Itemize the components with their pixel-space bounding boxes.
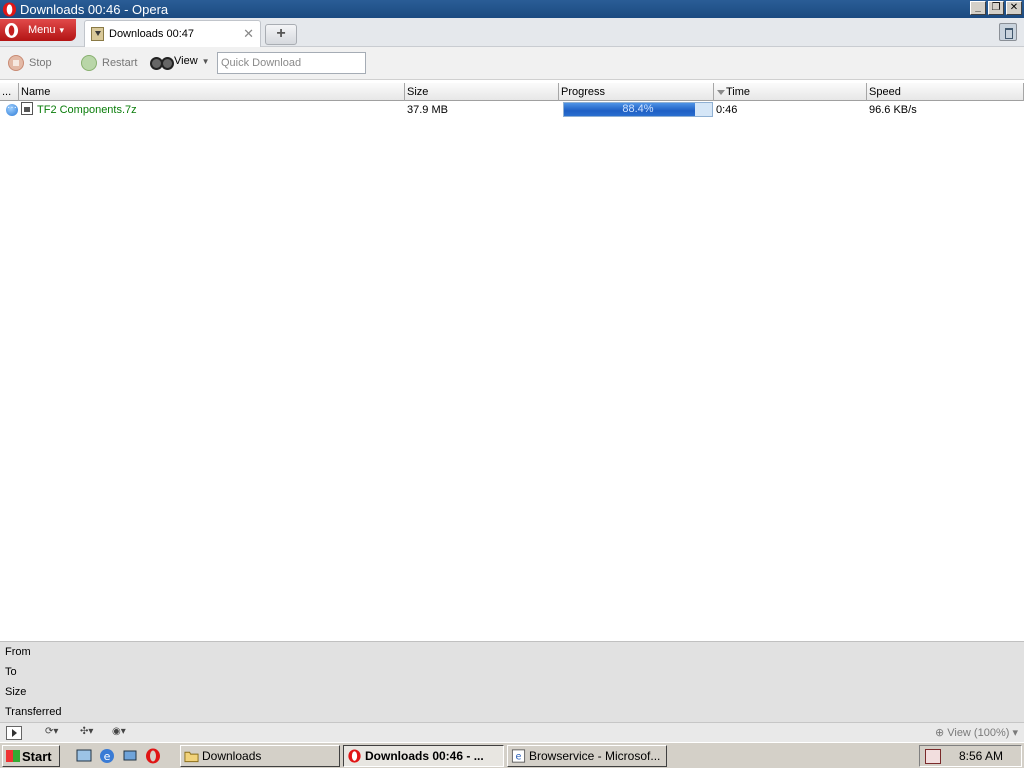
downloads-toolbar: Stop Restart View ▼ bbox=[0, 47, 1024, 80]
progress-label: 88.4% bbox=[622, 103, 654, 115]
menu-button[interactable]: Menu ▾ bbox=[0, 19, 76, 41]
opera-logo-icon bbox=[2, 1, 17, 17]
progress-bar: 88.4% bbox=[563, 102, 713, 117]
opera-logo-icon bbox=[4, 22, 19, 38]
tab-label: Downloads 00:47 bbox=[109, 28, 195, 40]
opera-quicklaunch-icon[interactable] bbox=[145, 748, 161, 764]
windows-taskbar: Start e Downloads Downloads 00:46 - ... … bbox=[0, 742, 1024, 768]
taskbar-item-downloads-folder[interactable]: Downloads bbox=[180, 745, 340, 767]
table-header: ... Name Size Progress Time Speed bbox=[0, 83, 1024, 101]
network-status-icon[interactable] bbox=[925, 749, 941, 764]
clock: 8:56 AM bbox=[958, 749, 1003, 763]
column-header-size[interactable]: Size bbox=[405, 83, 559, 101]
downloads-table: ... Name Size Progress Time Speed TF2 Co… bbox=[0, 83, 1024, 119]
folder-icon bbox=[184, 751, 199, 763]
column-header-progress[interactable]: Progress bbox=[559, 83, 714, 101]
restart-button[interactable]: Restart bbox=[81, 55, 137, 71]
details-size-label: Size bbox=[5, 686, 27, 698]
cell-speed: 96.6 KB/s bbox=[869, 104, 917, 116]
chevron-down-icon: ▼ bbox=[201, 56, 210, 66]
show-desktop-icon[interactable] bbox=[76, 748, 92, 764]
windows-logo-icon bbox=[6, 750, 20, 762]
tab-downloads[interactable]: Downloads 00:47 ✕ bbox=[84, 20, 261, 47]
zoom-label: View (100%) bbox=[947, 727, 1010, 739]
details-to-label: To bbox=[5, 666, 17, 678]
quick-download-input[interactable] bbox=[217, 52, 366, 74]
title-bar: Downloads 00:46 - Opera _ ❐ ✕ bbox=[0, 0, 1024, 18]
download-details-panel: From To Size Transferred bbox=[0, 641, 1024, 722]
cell-name: TF2 Components.7z bbox=[19, 101, 405, 119]
column-header-name[interactable]: Name bbox=[19, 83, 405, 101]
restart-icon bbox=[81, 55, 97, 71]
zoom-control[interactable]: ⊕ View (100%) ▾ bbox=[935, 726, 1018, 739]
cell-status bbox=[0, 101, 19, 119]
column-header-time-label: Time bbox=[726, 86, 751, 98]
task-label: Downloads bbox=[202, 749, 262, 763]
cell-size: 37.9 MB bbox=[407, 104, 448, 116]
close-button[interactable]: ✕ bbox=[1006, 1, 1022, 15]
sort-desc-icon bbox=[717, 90, 725, 95]
cell-time: 0:46 bbox=[716, 104, 738, 116]
download-icon bbox=[91, 27, 104, 41]
chevron-down-icon: ▾ bbox=[59, 24, 65, 35]
new-tab-button[interactable]: + bbox=[265, 24, 297, 45]
stop-icon bbox=[8, 55, 24, 71]
view-label: View bbox=[174, 55, 198, 67]
file-icon bbox=[21, 102, 33, 115]
column-header-speed[interactable]: Speed bbox=[867, 83, 1024, 101]
column-header-time[interactable]: Time bbox=[714, 83, 867, 101]
task-label: Browservice - Microsof... bbox=[529, 749, 661, 763]
task-label: Downloads 00:46 - ... bbox=[365, 749, 484, 763]
internet-explorer-icon[interactable]: e bbox=[99, 748, 115, 764]
start-label: Start bbox=[22, 748, 52, 764]
window-title: Downloads 00:46 - Opera bbox=[20, 1, 169, 17]
view-button[interactable]: View ▼ bbox=[150, 55, 210, 70]
restore-button[interactable]: ❐ bbox=[988, 1, 1004, 15]
chevron-down-icon: ▾ bbox=[1012, 727, 1018, 739]
start-button[interactable]: Start bbox=[2, 745, 60, 767]
column-header-status[interactable]: ... bbox=[0, 83, 19, 101]
panel-toggle-icon[interactable] bbox=[6, 726, 22, 740]
stop-button[interactable]: Stop bbox=[8, 55, 52, 71]
turbo-icon[interactable]: ◉▾ bbox=[112, 726, 126, 740]
minimize-button[interactable]: _ bbox=[970, 1, 986, 15]
cell-progress: 88.4% bbox=[559, 101, 714, 119]
sync-icon[interactable]: ⟳▾ bbox=[45, 726, 58, 740]
system-tray: 8:56 AM bbox=[919, 745, 1022, 767]
zoom-icon: ⊕ bbox=[934, 727, 945, 739]
downloading-status-icon bbox=[6, 101, 18, 117]
taskbar-item-browservice[interactable]: e Browservice - Microsof... bbox=[507, 745, 667, 767]
stop-label: Stop bbox=[29, 57, 52, 69]
details-transferred-label: Transferred bbox=[5, 706, 62, 718]
table-row[interactable]: TF2 Components.7z 37.9 MB 88.4% 0:46 96.… bbox=[0, 101, 1024, 119]
trash-icon[interactable] bbox=[999, 23, 1017, 41]
details-from-label: From bbox=[5, 646, 31, 658]
svg-text:e: e bbox=[516, 752, 522, 763]
file-name: TF2 Components.7z bbox=[37, 104, 137, 116]
restart-label: Restart bbox=[102, 57, 138, 69]
taskbar-item-opera[interactable]: Downloads 00:46 - ... bbox=[343, 745, 504, 767]
tab-bar: Menu ▾ Downloads 00:47 ✕ + bbox=[0, 18, 1024, 47]
close-tab-icon[interactable]: ✕ bbox=[243, 26, 254, 42]
opera-logo-icon bbox=[348, 749, 361, 763]
internet-explorer-icon: e bbox=[511, 749, 526, 763]
binoculars-icon bbox=[150, 55, 174, 70]
unite-icon[interactable]: ✣▾ bbox=[80, 726, 93, 740]
network-icon[interactable] bbox=[122, 748, 138, 764]
svg-text:e: e bbox=[104, 750, 111, 763]
status-bar: ⟳▾ ✣▾ ◉▾ ⊕ View (100%) ▾ bbox=[0, 722, 1024, 742]
menu-label: Menu bbox=[28, 24, 56, 36]
